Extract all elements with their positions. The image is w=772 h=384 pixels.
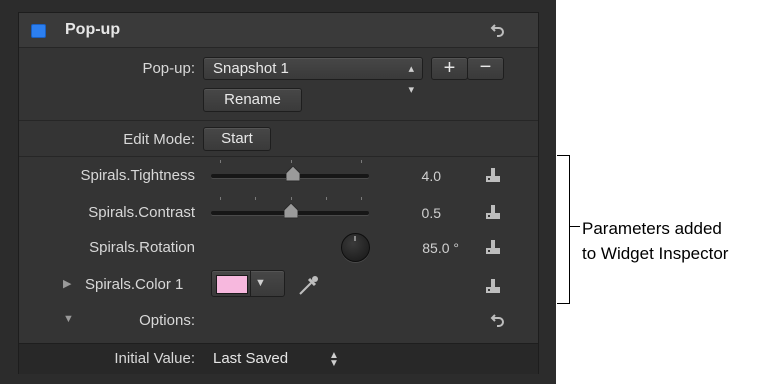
disclosure-triangle-icon[interactable]: ▼ [63, 313, 74, 325]
chevron-down-icon: ▼ [255, 277, 266, 289]
snapshot-popup-value: Snapshot 1 [213, 60, 289, 77]
popup-parameter-group: Pop-up Pop-up: Snapshot 1 ▴ ▾ + − Rename … [18, 12, 539, 374]
initial-value-popup[interactable]: Last Saved ▲ ▼ [213, 348, 353, 370]
start-button[interactable]: Start [203, 127, 271, 151]
annotation-text: Parameters added to Widget Inspector [582, 216, 728, 266]
slider-thumb[interactable] [283, 202, 299, 219]
divider [19, 156, 538, 157]
divider [19, 120, 538, 121]
divider [250, 271, 251, 296]
options-label: Options: [139, 312, 195, 329]
remove-snapshot-button[interactable]: − [467, 57, 504, 80]
initial-value-label: Initial Value: [114, 350, 195, 367]
annotation-bracket [557, 155, 570, 304]
color-swatch [216, 275, 248, 294]
slider-tick [291, 197, 292, 200]
contrast-value[interactable]: 0.5 [379, 205, 441, 221]
reset-icon[interactable] [490, 312, 506, 328]
rename-button[interactable]: Rename [203, 88, 302, 112]
annotation-line-1: Parameters added [582, 219, 722, 238]
slider-tick [326, 197, 327, 200]
rig-icon[interactable] [485, 204, 501, 220]
popup-arrows-icon: ▴ ▾ [408, 63, 414, 96]
slider-tick [255, 197, 256, 200]
popup-arrows-icon: ▲ ▼ [329, 350, 339, 369]
contrast-label: Spirals.Contrast [88, 204, 195, 221]
color-well[interactable]: ▼ [211, 270, 285, 297]
group-title: Pop-up [65, 21, 121, 38]
eyedropper-icon[interactable] [297, 273, 321, 297]
rig-icon[interactable] [485, 239, 501, 255]
color-label: Spirals.Color 1 [85, 276, 184, 293]
edit-mode-label: Edit Mode: [123, 131, 195, 148]
rotation-value[interactable]: 85.0 ° [379, 240, 459, 256]
slider-tick [291, 160, 292, 163]
reset-icon[interactable] [490, 22, 506, 38]
slider-thumb[interactable] [285, 165, 301, 182]
tightness-label: Spirals.Tightness [80, 167, 196, 184]
rig-icon[interactable] [485, 278, 501, 294]
popup-label: Pop-up: [142, 60, 195, 77]
inspector-panel: Pop-up Pop-up: Snapshot 1 ▴ ▾ + − Rename … [0, 0, 556, 384]
annotation-line-2: to Widget Inspector [582, 244, 729, 263]
slider-tick [220, 197, 221, 200]
add-snapshot-button[interactable]: + [431, 57, 468, 80]
rig-icon[interactable] [485, 167, 501, 183]
slider-tick [361, 197, 362, 200]
tightness-value[interactable]: 4.0 [379, 168, 441, 184]
slider-tick [220, 160, 221, 163]
initial-value-row: Initial Value: Last Saved ▲ ▼ [19, 343, 538, 374]
initial-value-popup-value: Last Saved [213, 350, 289, 367]
rotation-dial[interactable] [341, 233, 370, 262]
snapshot-popup[interactable]: Snapshot 1 ▴ ▾ [203, 57, 423, 96]
slider-tick [361, 160, 362, 163]
enable-checkbox[interactable] [31, 24, 46, 38]
rotation-label: Spirals.Rotation [89, 239, 195, 256]
disclosure-triangle-icon[interactable]: ▶ [63, 277, 71, 290]
annotation-callout-line [570, 226, 580, 227]
dial-indicator [354, 236, 356, 241]
group-header: Pop-up [19, 13, 538, 48]
